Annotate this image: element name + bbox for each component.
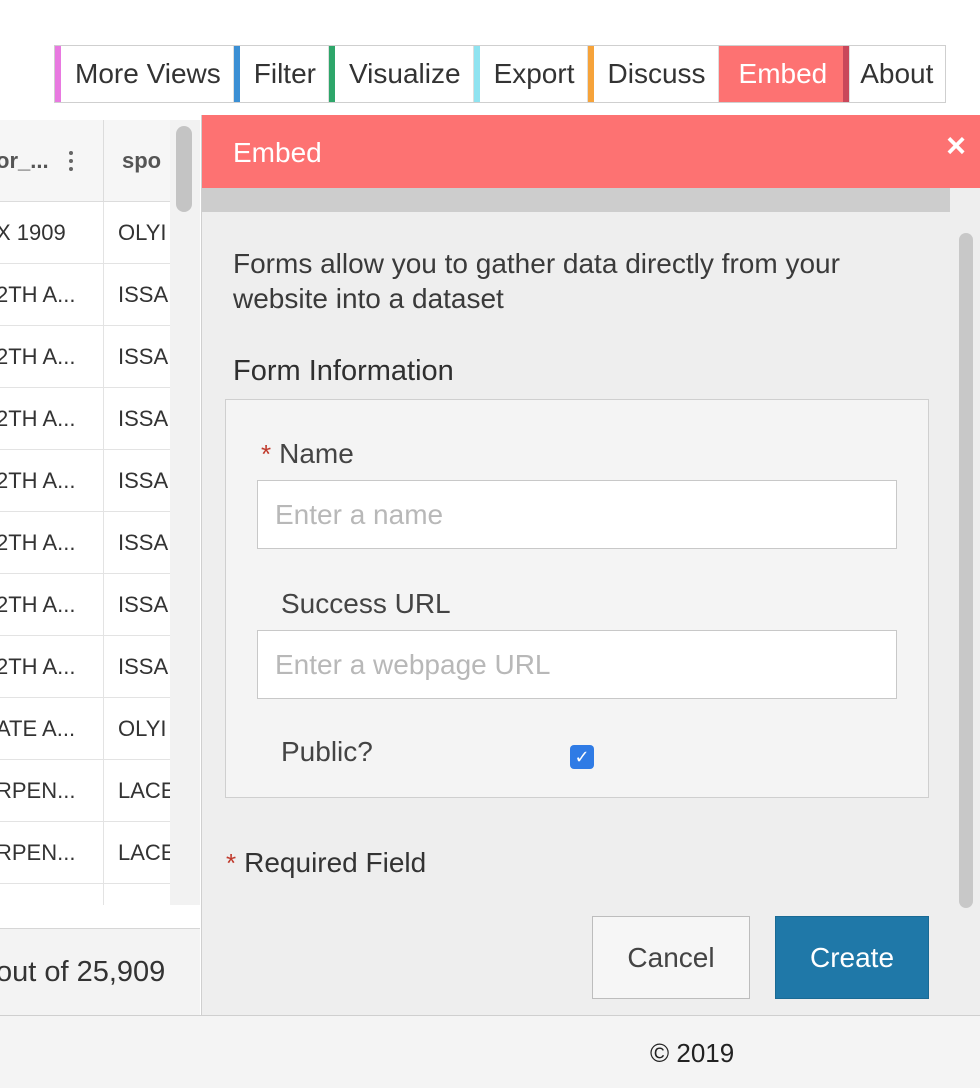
table-cell: ISSA <box>118 592 169 617</box>
view-tabbar: More Views Filter Visualize Export Discu… <box>54 45 947 103</box>
table-row[interactable]: 2TH A... ISSA <box>0 450 170 512</box>
panel-scroll-thumb[interactable] <box>959 233 973 908</box>
table-row[interactable]: X 1909 OLYI <box>0 202 170 264</box>
table-cell: OLYI <box>118 716 167 741</box>
column-header-label: or_... <box>0 148 49 173</box>
tab-label: Discuss <box>607 58 706 89</box>
column-header-label: spo <box>122 148 162 173</box>
table-row[interactable]: 2TH A... ISSA <box>0 326 170 388</box>
copyright-text: © 2019 <box>650 1038 735 1068</box>
tab-about[interactable]: About <box>850 46 945 102</box>
grid-scroll-thumb[interactable] <box>176 126 192 212</box>
create-button[interactable]: Create <box>775 916 929 999</box>
panel-header: Embed × <box>202 115 980 188</box>
table-cell: 2TH A... <box>0 264 104 326</box>
column-header[interactable]: or_... <box>0 120 104 202</box>
name-input[interactable] <box>257 480 897 549</box>
table-cell: ISSA <box>118 282 169 307</box>
table-cell: 2TH A... <box>0 574 104 636</box>
table-cell: OLYI <box>118 220 167 245</box>
tab-more-views[interactable]: More Views <box>55 46 234 102</box>
tab-label: Visualize <box>349 58 461 89</box>
table-cell: 2TH A... <box>0 512 104 574</box>
tab-label: More Views <box>75 58 221 89</box>
row-count: out of 25,909 <box>0 956 166 988</box>
grid-header: or_... spo <box>0 120 170 202</box>
table-cell: LACE <box>118 778 170 803</box>
success-url-input[interactable] <box>257 630 897 699</box>
table-cell: LACE <box>118 840 170 865</box>
tab-label: About <box>860 58 934 89</box>
tab-label: Export <box>493 58 575 89</box>
tab-label: Embed <box>738 58 828 89</box>
required-field-note: * Required Field <box>226 847 427 878</box>
column-header[interactable]: spo <box>104 120 170 202</box>
table-row[interactable]: 2TH A... ISSA <box>0 388 170 450</box>
table-cell: RPEN... <box>0 760 104 822</box>
required-star: * <box>226 848 237 878</box>
tab-color-bar <box>329 46 335 102</box>
table-cell: ATE A... <box>0 698 104 760</box>
table-row[interactable]: 2TH A... ISSA <box>0 636 170 698</box>
panel-title: Embed <box>233 137 322 168</box>
table-cell: X 1909 <box>0 202 104 264</box>
public-checkbox[interactable]: ✓ <box>570 745 594 769</box>
tab-visualize[interactable]: Visualize <box>329 46 474 102</box>
grid-scrollbar[interactable] <box>170 120 200 905</box>
tab-color-bar <box>233 46 240 102</box>
tab-color-bar <box>843 46 850 102</box>
panel-divider <box>202 188 950 212</box>
table-row[interactable]: 2TH A... ISSA <box>0 574 170 636</box>
table-row[interactable]: 2TH A... ISSA <box>0 512 170 574</box>
table-cell: ISSA <box>118 530 169 555</box>
data-grid: or_... spo X 1909 OLYI 2TH A... ISSA 2TH A… <box>0 120 200 905</box>
tab-color-bar <box>55 46 61 102</box>
required-star: * <box>261 439 272 469</box>
public-label: Public? <box>281 736 373 767</box>
table-cell <box>0 884 104 905</box>
column-menu-icon[interactable] <box>62 144 80 178</box>
cancel-button[interactable]: Cancel <box>592 916 750 999</box>
form-information-box: *Name Success URL Public? ✓ <box>225 399 929 798</box>
table-cell: 2TH A... <box>0 636 104 698</box>
panel-scrollbar[interactable] <box>957 233 975 908</box>
close-icon[interactable]: × <box>939 129 973 163</box>
tab-label: Filter <box>253 58 316 89</box>
panel-description: Forms allow you to gather data directly … <box>233 248 840 314</box>
tab-embed[interactable]: Embed <box>718 46 851 102</box>
tab-filter[interactable]: Filter <box>233 46 329 102</box>
tab-export[interactable]: Export <box>473 46 588 102</box>
page-footer: © 2019 <box>0 1015 980 1088</box>
name-label: * Name <box>261 438 354 469</box>
table-cell: ISSA <box>118 468 169 493</box>
table-row[interactable]: RPEN... LACE <box>0 822 170 884</box>
tab-color-bar <box>587 46 594 102</box>
table-cell: ISSA <box>118 406 169 431</box>
table-cell: 2TH A... <box>0 326 104 388</box>
table-row[interactable]: ATE A... OLYI <box>0 698 170 760</box>
table-cell: RPEN... <box>0 822 104 884</box>
table-cell: 2TH A... <box>0 450 104 512</box>
table-cell <box>104 884 170 905</box>
tab-color-bar <box>473 46 480 102</box>
table-row[interactable]: 2TH A... ISSA <box>0 264 170 326</box>
table-cell: 2TH A... <box>0 388 104 450</box>
table-row[interactable] <box>0 884 170 905</box>
table-row[interactable]: RPEN... LACE <box>0 760 170 822</box>
table-cell: ISSA <box>118 654 169 679</box>
grid-rows: X 1909 OLYI 2TH A... ISSA 2TH A... ISSA 2TH… <box>0 202 170 905</box>
success-url-label: Success URL <box>281 588 451 619</box>
section-title: Form Information <box>233 355 454 387</box>
embed-panel: Embed × Forms allow you to gather data d… <box>201 115 980 1015</box>
table-cell: ISSA <box>118 344 169 369</box>
grid-footer: out of 25,909 <box>0 928 200 1015</box>
tab-discuss[interactable]: Discuss <box>587 46 719 102</box>
